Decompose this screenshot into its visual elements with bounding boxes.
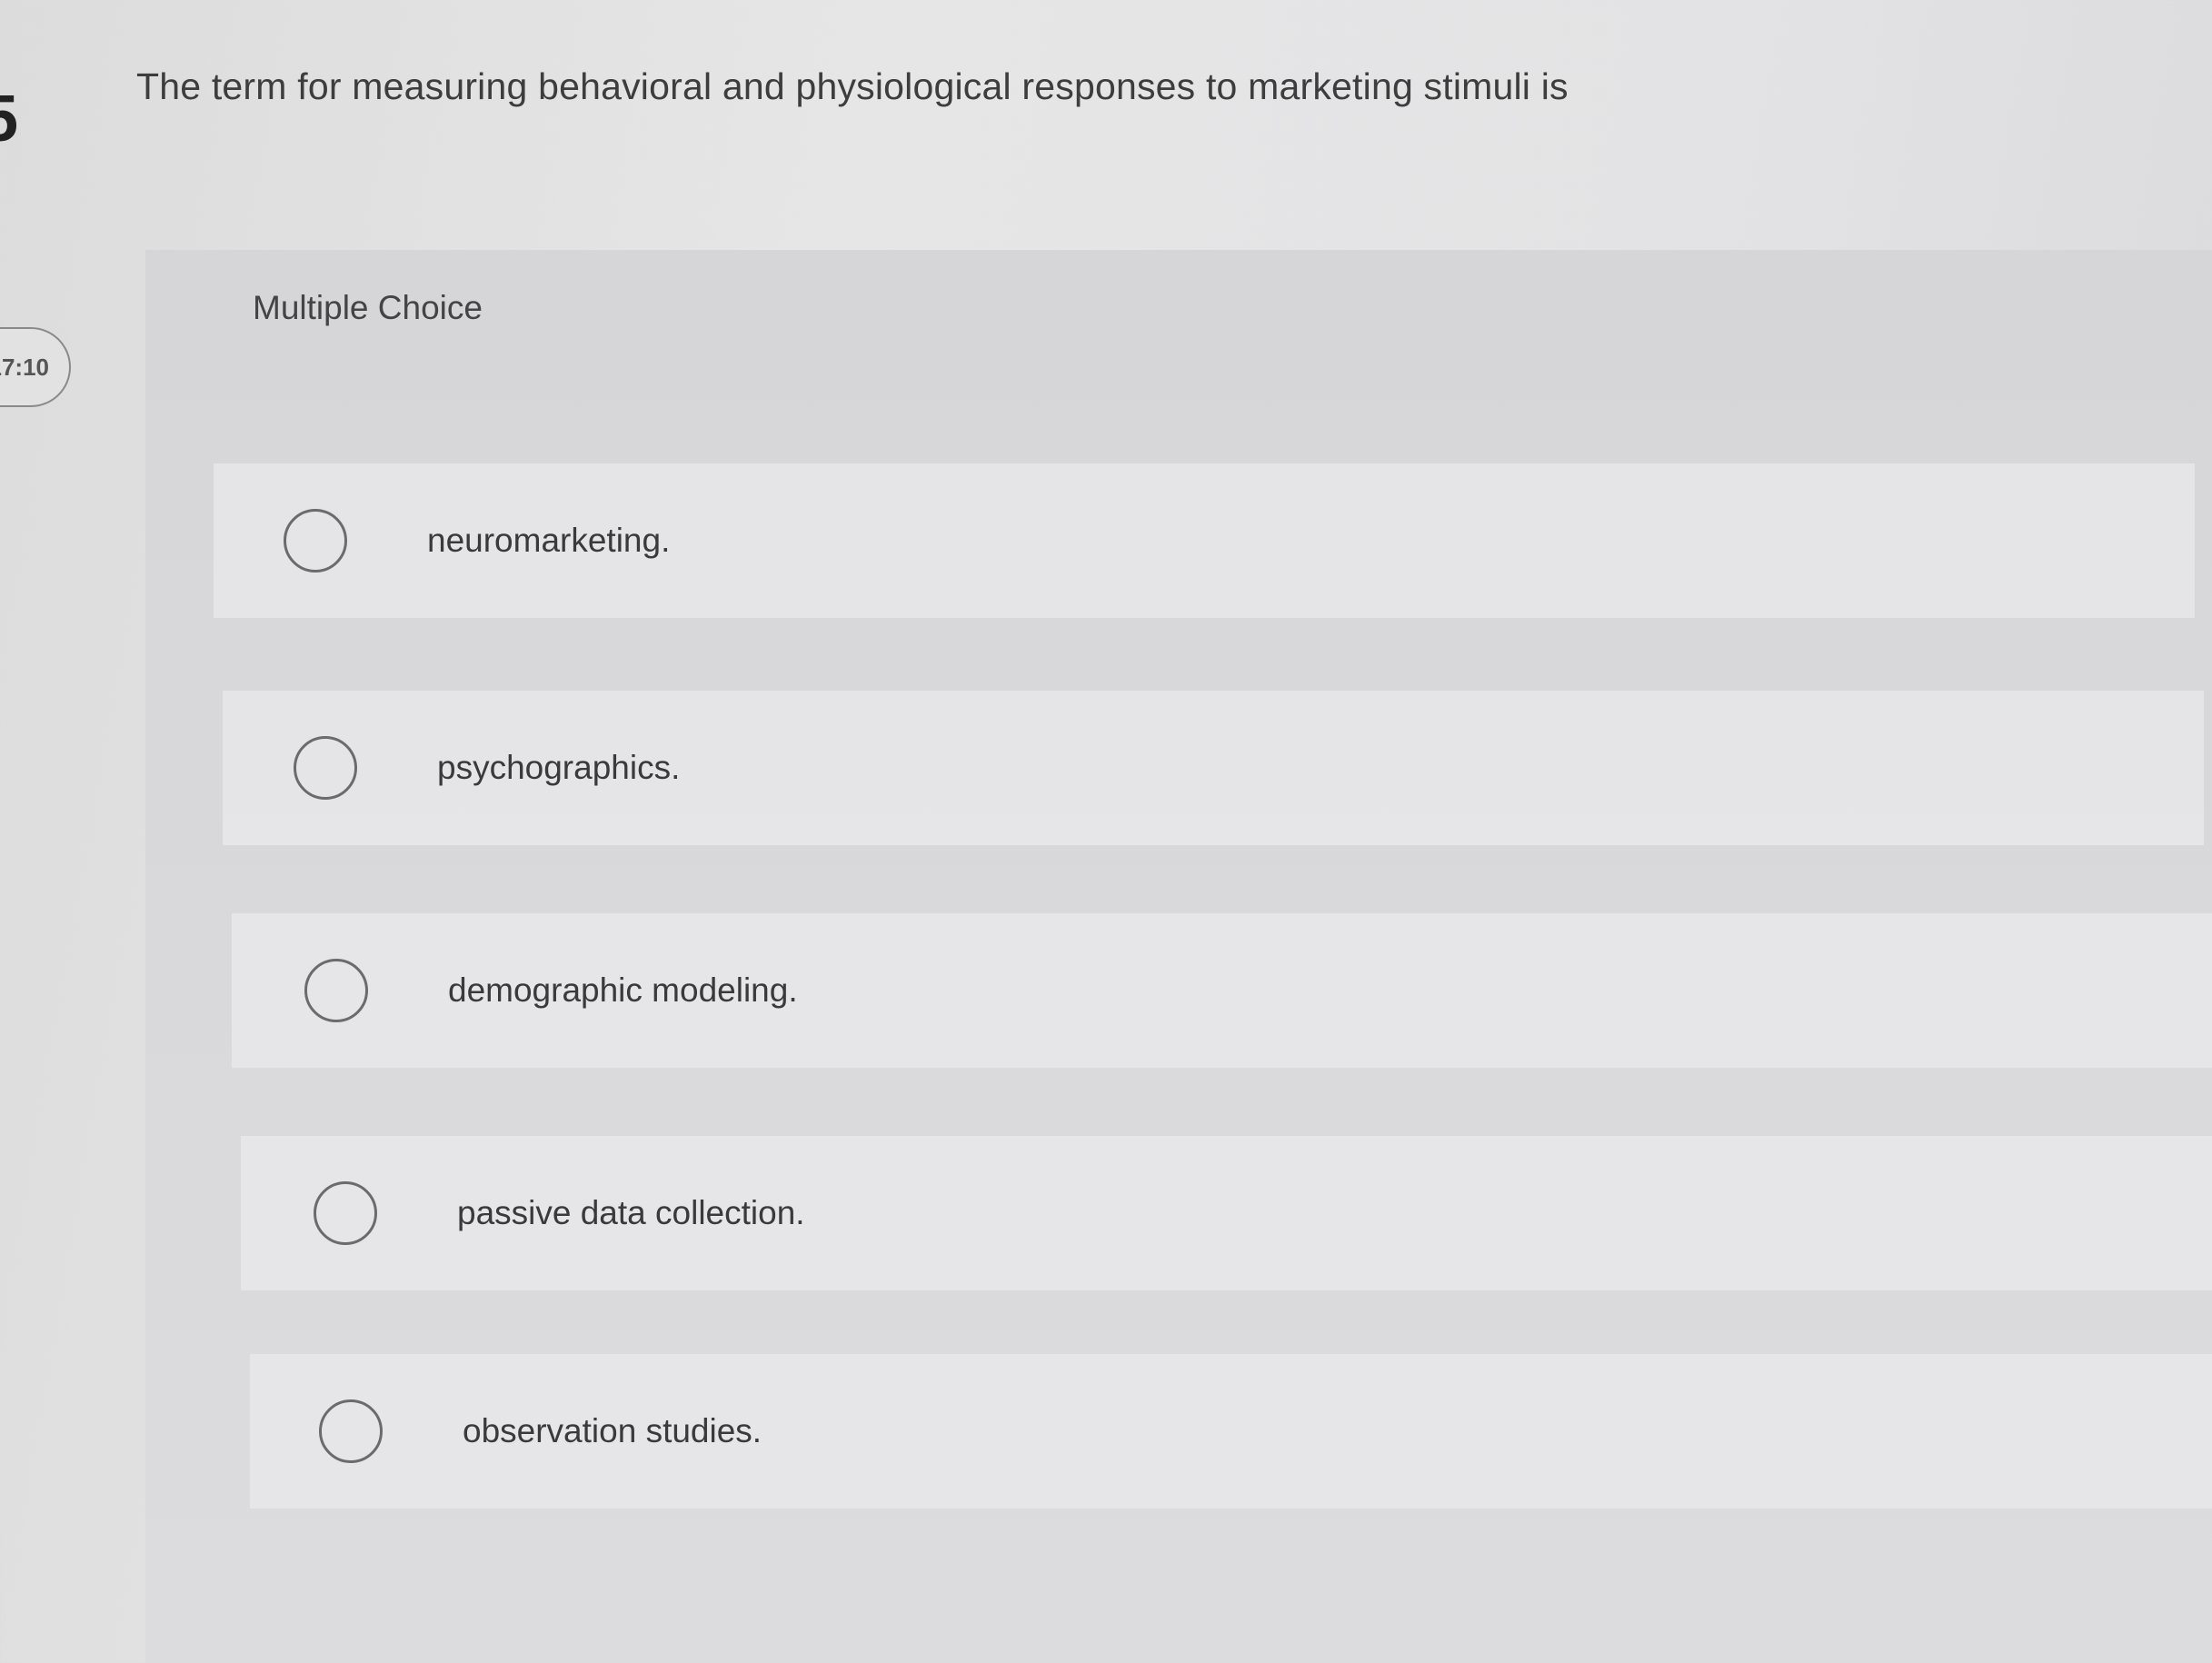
radio-button[interactable]: [314, 1181, 377, 1245]
answer-option-label: neuromarketing.: [427, 522, 671, 559]
radio-button[interactable]: [319, 1399, 383, 1463]
question-number: 5: [0, 83, 19, 155]
answer-option[interactable]: observation studies.: [250, 1354, 2212, 1509]
answer-option[interactable]: demographic modeling.: [232, 913, 2212, 1068]
radio-button[interactable]: [294, 736, 357, 800]
timer-value: 17:10: [0, 353, 49, 381]
answer-option[interactable]: passive data collection.: [241, 1136, 2212, 1290]
question-type-label: Multiple Choice: [253, 289, 483, 326]
timer-badge: 17:10: [0, 327, 71, 407]
answer-option[interactable]: psychographics.: [223, 691, 2204, 845]
answer-option-label: observation studies.: [463, 1412, 762, 1449]
radio-button[interactable]: [304, 959, 368, 1022]
answer-option-label: passive data collection.: [457, 1194, 805, 1231]
question-text: The term for measuring behavioral and ph…: [136, 65, 1569, 107]
answer-option[interactable]: neuromarketing.: [214, 463, 2195, 618]
radio-button[interactable]: [284, 509, 347, 573]
answer-option-label: psychographics.: [437, 749, 681, 786]
answer-option-label: demographic modeling.: [448, 971, 798, 1009]
